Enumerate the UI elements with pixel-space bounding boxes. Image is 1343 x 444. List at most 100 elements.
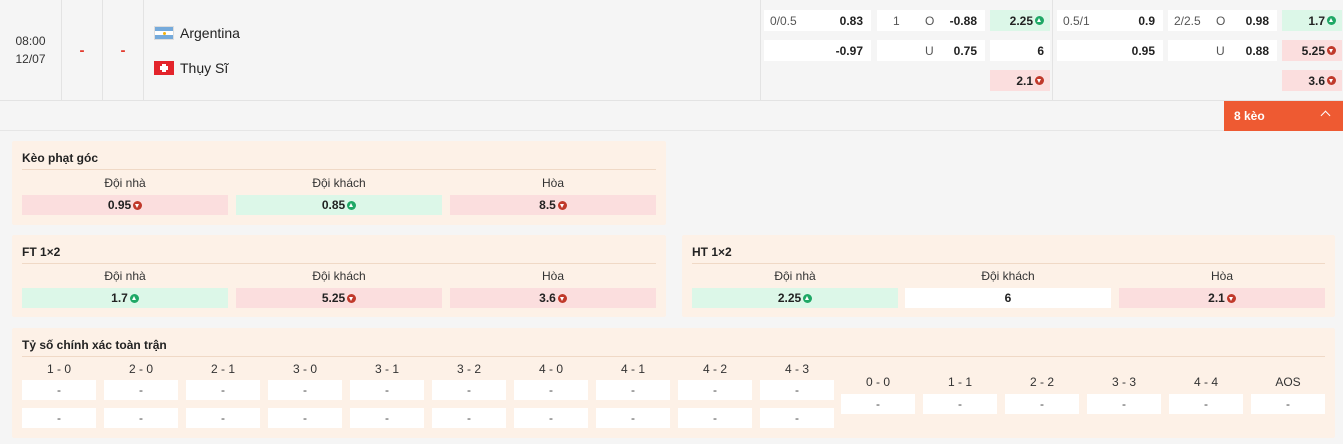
arrow-up-icon [129,293,139,303]
score-odds-cell[interactable]: - [514,408,588,428]
ft-1x2-draw[interactable]: 2.1 [990,70,1050,91]
score-odds-cell[interactable]: - [923,394,997,414]
ft-draw-odds[interactable]: 3.6 [450,288,656,308]
col-header-draw: Hòa [1210,269,1233,283]
odds-value: 0.95 [107,198,132,212]
score-odds-cell[interactable]: - [350,380,424,400]
away-team[interactable]: Thụy Sĩ [154,58,228,78]
score-odds-cell[interactable]: - [678,408,752,428]
ht-under[interactable]: U 0.88 [1168,40,1277,61]
score-header: 4 - 3 [784,362,809,376]
score-odds-cell[interactable]: - [678,380,752,400]
score-odds-cell[interactable]: - [841,394,915,414]
score-odds-cell[interactable]: - [104,380,178,400]
ht-draw-odds[interactable]: 2.1 [1119,288,1325,308]
ht-home-odds[interactable]: 2.25 [692,288,898,308]
panel-title: Tỷ số chính xác toàn trận [22,338,167,352]
ft-1x2-away[interactable]: 6 [990,40,1050,61]
ft-home-odds[interactable]: 1.7 [22,288,228,308]
score-header: 3 - 1 [374,362,399,376]
ft-handicap-away[interactable]: -0.97 [764,40,871,61]
arrow-up-icon [1035,16,1044,25]
ht-1x2-home[interactable]: 1.7 [1282,10,1342,31]
ft-away-odds[interactable]: 5.25 [236,288,442,308]
match-date: 12/07 [15,52,46,66]
ht-1x2-away[interactable]: 5.25 [1282,40,1342,61]
score-header: 1 - 1 [947,375,972,389]
score-odds-cell[interactable]: - [104,408,178,428]
score-odds-cell[interactable]: - [186,380,260,400]
arrow-down-icon [1226,293,1236,303]
col-header-away: Đội khách [981,269,1035,283]
match-row[interactable]: 08:00 12/07 - - Argentina Thụy Sĩ 0/0.5 … [0,0,1343,101]
arrow-down-icon [557,200,567,210]
ht-under-label: U [1216,43,1225,58]
score-odds-cell[interactable]: - [268,380,342,400]
argentina-flag-icon [154,26,174,40]
arrow-up-icon [1327,16,1336,25]
ht-over-label: O [1216,13,1226,28]
ht-over[interactable]: 2/2.5 O 0.98 [1168,10,1277,31]
corner-home-odds[interactable]: 0.95 [22,195,228,215]
score-odds-cell[interactable]: - [1087,394,1161,414]
score-odds-cell[interactable]: - [760,408,834,428]
ht-handicap-home-odds: 0.9 [1138,13,1155,28]
ht-1x2-draw-odds: 3.6 [1308,73,1325,88]
score-header: 3 - 2 [456,362,481,376]
score-header: AOS [1275,375,1301,389]
score-odds-cell[interactable]: - [186,408,260,428]
score-header: 0 - 0 [865,375,890,389]
col-header-away: Đội khách [312,269,366,283]
more-markets-button[interactable]: 8 kèo [1224,101,1343,131]
score-odds-cell[interactable]: - [350,408,424,428]
away-score: - [103,0,144,100]
score-odds-cell[interactable]: - [1005,394,1079,414]
score-odds-cell[interactable]: - [596,380,670,400]
ft-handicap-home[interactable]: 0/0.5 0.83 [764,10,871,31]
score-odds-cell[interactable]: - [22,380,96,400]
ft-1x2-home[interactable]: 2.25 [990,10,1050,31]
home-team[interactable]: Argentina [154,23,240,43]
score-odds-cell[interactable]: - [514,380,588,400]
odds-value: 6 [1004,291,1012,305]
arrow-down-icon [1327,76,1336,85]
col-header-draw: Hòa [541,269,564,283]
teams-cell[interactable]: Argentina Thụy Sĩ [144,0,761,100]
ht-handicap-away[interactable]: 0.95 [1057,40,1163,61]
score-header: 4 - 2 [702,362,727,376]
arrow-down-icon [1035,76,1044,85]
ft-over[interactable]: 1 O -0.88 [877,10,985,31]
score-odds-cell[interactable]: - [760,380,834,400]
ht-1x2-home-odds: 1.7 [1308,13,1325,28]
score-odds-cell[interactable]: - [1169,394,1243,414]
score-odds-cell[interactable]: - [432,408,506,428]
divider [692,263,1325,264]
arrow-down-icon [557,293,567,303]
score-odds-cell[interactable]: - [22,408,96,428]
score-header: 4 - 1 [620,362,645,376]
ft-under-label: U [925,43,934,58]
ht-away-odds[interactable]: 6 [905,288,1111,308]
odds-value: 5.25 [321,291,346,305]
odds-value: 8.5 [539,198,556,212]
ft-under[interactable]: U 0.75 [877,40,985,61]
score-odds-cell[interactable]: - [432,380,506,400]
score-odds-cell[interactable]: - [268,408,342,428]
correct-score-panel: Tỷ số chính xác toàn trận 1 - 0--2 - 0--… [12,328,1335,438]
divider [22,169,656,170]
col-header-draw: Hòa [541,176,564,190]
ht-ou-line: 2/2.5 [1174,13,1201,28]
score-odds-cell[interactable]: - [1251,394,1325,414]
arrow-down-icon [1327,46,1336,55]
ft-1x2-draw-odds: 2.1 [1016,73,1033,88]
home-score: - [62,0,103,100]
corner-draw-odds[interactable]: 8.5 [450,195,656,215]
ht-handicap-home[interactable]: 0.5/1 0.9 [1057,10,1163,31]
score-header: 2 - 0 [128,362,153,376]
corner-away-odds[interactable]: 0.85 [236,195,442,215]
odds-value: 0.85 [321,198,346,212]
ht-1x2-away-odds: 5.25 [1301,43,1325,58]
odds-value: 2.25 [777,291,802,305]
ht-1x2-draw[interactable]: 3.6 [1282,70,1342,91]
score-odds-cell[interactable]: - [596,408,670,428]
